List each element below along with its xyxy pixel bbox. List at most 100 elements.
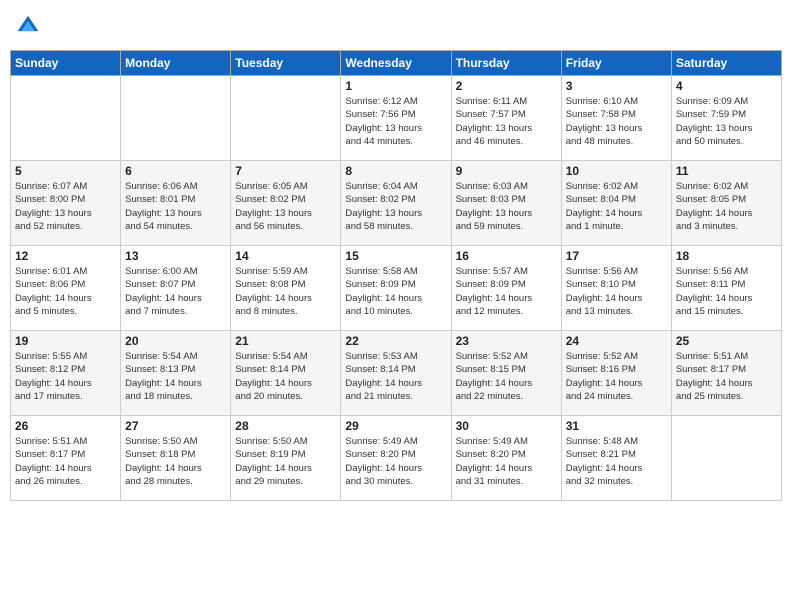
- day-number: 8: [345, 164, 446, 178]
- day-info: Sunrise: 5:53 AM Sunset: 8:14 PM Dayligh…: [345, 350, 446, 403]
- day-number: 7: [235, 164, 336, 178]
- calendar-cell: 18Sunrise: 5:56 AM Sunset: 8:11 PM Dayli…: [671, 246, 781, 331]
- day-info: Sunrise: 6:04 AM Sunset: 8:02 PM Dayligh…: [345, 180, 446, 233]
- day-info: Sunrise: 6:03 AM Sunset: 8:03 PM Dayligh…: [456, 180, 557, 233]
- day-info: Sunrise: 6:12 AM Sunset: 7:56 PM Dayligh…: [345, 95, 446, 148]
- calendar-cell: 13 Sunrise: 6:00 AM Sunset: 8:07 PM Dayli…: [121, 246, 231, 331]
- calendar-cell: 21 Sunrise: 5:54 AM Sunset: 8:14 PM Dayli…: [231, 331, 341, 416]
- calendar-week-row: 1 Sunrise: 6:12 AM Sunset: 7:56 PM Daylig…: [11, 76, 782, 161]
- day-info: Sunrise: 5:49 AM Sunset: 8:20 PM Dayligh…: [456, 435, 557, 488]
- calendar-cell: 11 Sunrise: 6:02 AM Sunset: 8:05 PM Dayli…: [671, 161, 781, 246]
- day-info: Sunrise: 5:58 AM Sunset: 8:09 PM Dayligh…: [345, 265, 446, 318]
- day-header-saturday: Saturday: [671, 51, 781, 76]
- calendar-cell: 29Sunrise: 5:49 AM Sunset: 8:20 PM Dayli…: [341, 416, 451, 501]
- calendar-cell: 26Sunrise: 5:51 AM Sunset: 8:17 PM Dayli…: [11, 416, 121, 501]
- day-info: Sunrise: 5:52 AM Sunset: 8:15 PM Dayligh…: [456, 350, 557, 403]
- calendar-cell: 3 Sunrise: 6:10 AM Sunset: 7:58 PM Daylig…: [561, 76, 671, 161]
- day-number: 11: [676, 164, 777, 178]
- calendar-cell: [671, 416, 781, 501]
- day-number: 1: [345, 79, 446, 93]
- day-number: 18: [676, 249, 777, 263]
- page-header: [10, 10, 782, 42]
- day-number: 24: [566, 334, 667, 348]
- day-number: 5: [15, 164, 116, 178]
- calendar-cell: 15 Sunrise: 5:58 AM Sunset: 8:09 PM Dayli…: [341, 246, 451, 331]
- day-number: 19: [15, 334, 116, 348]
- day-number: 31: [566, 419, 667, 433]
- day-info: Sunrise: 5:48 AM Sunset: 8:21 PM Dayligh…: [566, 435, 667, 488]
- day-number: 29: [345, 419, 446, 433]
- day-number: 2: [456, 79, 557, 93]
- calendar-cell: 19Sunrise: 5:55 AM Sunset: 8:12 PM Dayli…: [11, 331, 121, 416]
- calendar-cell: 25Sunrise: 5:51 AM Sunset: 8:17 PM Dayli…: [671, 331, 781, 416]
- day-info: Sunrise: 6:06 AM Sunset: 8:01 PM Dayligh…: [125, 180, 226, 233]
- calendar-cell: [231, 76, 341, 161]
- calendar-cell: 8 Sunrise: 6:04 AM Sunset: 8:02 PM Daylig…: [341, 161, 451, 246]
- calendar-cell: 2 Sunrise: 6:11 AM Sunset: 7:57 PM Daylig…: [451, 76, 561, 161]
- day-number: 17: [566, 249, 667, 263]
- day-number: 27: [125, 419, 226, 433]
- day-header-friday: Friday: [561, 51, 671, 76]
- day-number: 9: [456, 164, 557, 178]
- day-info: Sunrise: 6:10 AM Sunset: 7:58 PM Dayligh…: [566, 95, 667, 148]
- calendar-cell: 24 Sunrise: 5:52 AM Sunset: 8:16 PM Dayli…: [561, 331, 671, 416]
- calendar-cell: 28Sunrise: 5:50 AM Sunset: 8:19 PM Dayli…: [231, 416, 341, 501]
- day-info: Sunrise: 5:54 AM Sunset: 8:14 PM Dayligh…: [235, 350, 336, 403]
- calendar-header-row: SundayMondayTuesdayWednesdayThursdayFrid…: [11, 51, 782, 76]
- day-number: 23: [456, 334, 557, 348]
- day-info: Sunrise: 5:51 AM Sunset: 8:17 PM Dayligh…: [15, 435, 116, 488]
- day-info: Sunrise: 6:11 AM Sunset: 7:57 PM Dayligh…: [456, 95, 557, 148]
- calendar-cell: 20Sunrise: 5:54 AM Sunset: 8:13 PM Dayli…: [121, 331, 231, 416]
- day-info: Sunrise: 5:59 AM Sunset: 8:08 PM Dayligh…: [235, 265, 336, 318]
- calendar-cell: 12 Sunrise: 6:01 AM Sunset: 8:06 PM Dayli…: [11, 246, 121, 331]
- calendar-week-row: 12 Sunrise: 6:01 AM Sunset: 8:06 PM Dayli…: [11, 246, 782, 331]
- calendar-cell: 31 Sunrise: 5:48 AM Sunset: 8:21 PM Dayli…: [561, 416, 671, 501]
- day-number: 21: [235, 334, 336, 348]
- day-info: Sunrise: 6:01 AM Sunset: 8:06 PM Dayligh…: [15, 265, 116, 318]
- day-header-wednesday: Wednesday: [341, 51, 451, 76]
- day-number: 10: [566, 164, 667, 178]
- day-number: 12: [15, 249, 116, 263]
- day-info: Sunrise: 6:00 AM Sunset: 8:07 PM Dayligh…: [125, 265, 226, 318]
- day-number: 25: [676, 334, 777, 348]
- calendar-cell: 14 Sunrise: 5:59 AM Sunset: 8:08 PM Dayli…: [231, 246, 341, 331]
- day-number: 3: [566, 79, 667, 93]
- calendar-cell: 7 Sunrise: 6:05 AM Sunset: 8:02 PM Daylig…: [231, 161, 341, 246]
- day-number: 16: [456, 249, 557, 263]
- day-info: Sunrise: 6:09 AM Sunset: 7:59 PM Dayligh…: [676, 95, 777, 148]
- day-info: Sunrise: 5:52 AM Sunset: 8:16 PM Dayligh…: [566, 350, 667, 403]
- logo: [16, 14, 44, 38]
- day-header-thursday: Thursday: [451, 51, 561, 76]
- day-number: 22: [345, 334, 446, 348]
- calendar-cell: 22 Sunrise: 5:53 AM Sunset: 8:14 PM Dayli…: [341, 331, 451, 416]
- calendar-cell: 16 Sunrise: 5:57 AM Sunset: 8:09 PM Dayli…: [451, 246, 561, 331]
- calendar-cell: 5 Sunrise: 6:07 AM Sunset: 8:00 PM Daylig…: [11, 161, 121, 246]
- calendar-cell: 4Sunrise: 6:09 AM Sunset: 7:59 PM Daylig…: [671, 76, 781, 161]
- day-header-monday: Monday: [121, 51, 231, 76]
- calendar-cell: [121, 76, 231, 161]
- day-header-tuesday: Tuesday: [231, 51, 341, 76]
- day-info: Sunrise: 6:02 AM Sunset: 8:05 PM Dayligh…: [676, 180, 777, 233]
- calendar-cell: 10 Sunrise: 6:02 AM Sunset: 8:04 PM Dayli…: [561, 161, 671, 246]
- general-blue-icon: [16, 14, 40, 38]
- day-info: Sunrise: 6:07 AM Sunset: 8:00 PM Dayligh…: [15, 180, 116, 233]
- calendar-cell: 17 Sunrise: 5:56 AM Sunset: 8:10 PM Dayli…: [561, 246, 671, 331]
- day-info: Sunrise: 6:02 AM Sunset: 8:04 PM Dayligh…: [566, 180, 667, 233]
- day-info: Sunrise: 5:54 AM Sunset: 8:13 PM Dayligh…: [125, 350, 226, 403]
- day-header-sunday: Sunday: [11, 51, 121, 76]
- day-number: 6: [125, 164, 226, 178]
- calendar-table: SundayMondayTuesdayWednesdayThursdayFrid…: [10, 50, 782, 501]
- day-info: Sunrise: 6:05 AM Sunset: 8:02 PM Dayligh…: [235, 180, 336, 233]
- day-info: Sunrise: 5:56 AM Sunset: 8:10 PM Dayligh…: [566, 265, 667, 318]
- calendar-week-row: 19Sunrise: 5:55 AM Sunset: 8:12 PM Dayli…: [11, 331, 782, 416]
- day-number: 15: [345, 249, 446, 263]
- day-info: Sunrise: 5:57 AM Sunset: 8:09 PM Dayligh…: [456, 265, 557, 318]
- calendar-cell: 23 Sunrise: 5:52 AM Sunset: 8:15 PM Dayli…: [451, 331, 561, 416]
- day-info: Sunrise: 5:50 AM Sunset: 8:19 PM Dayligh…: [235, 435, 336, 488]
- calendar-cell: 30Sunrise: 5:49 AM Sunset: 8:20 PM Dayli…: [451, 416, 561, 501]
- day-number: 14: [235, 249, 336, 263]
- calendar-week-row: 5 Sunrise: 6:07 AM Sunset: 8:00 PM Daylig…: [11, 161, 782, 246]
- day-number: 13: [125, 249, 226, 263]
- day-info: Sunrise: 5:50 AM Sunset: 8:18 PM Dayligh…: [125, 435, 226, 488]
- calendar-cell: [11, 76, 121, 161]
